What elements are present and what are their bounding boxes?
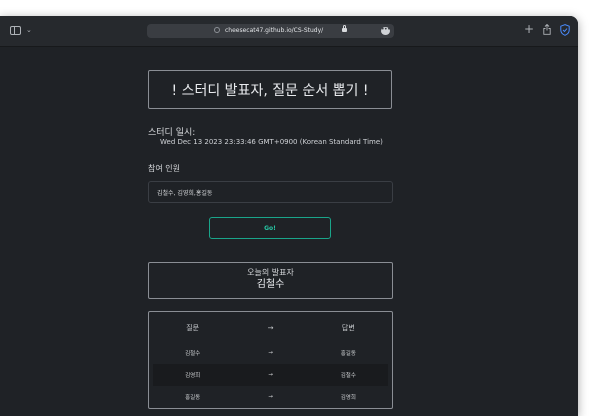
study-time-label: 스터디 일시: <box>148 128 196 138</box>
arrow-icon: → <box>268 350 273 356</box>
question-cell: 김철수 <box>185 351 201 357</box>
members-input[interactable] <box>148 181 393 203</box>
arrow-icon: → <box>267 324 274 332</box>
question-cell: 김영희 <box>185 373 201 379</box>
share-icon[interactable] <box>543 24 551 35</box>
page-content: ! 스터디 발표자, 질문 순서 뽑기 ! 스터디 일시: Wed Dec 13… <box>0 47 578 416</box>
lock-icon <box>342 25 347 32</box>
table-row: 김영희 → 김철수 <box>153 364 388 386</box>
page-title: ! 스터디 발표자, 질문 순서 뽑기 ! <box>148 70 392 109</box>
new-tab-button[interactable]: + <box>524 22 534 36</box>
header-answer: 답변 <box>341 324 355 332</box>
table-row: 김철수 → 홍길동 <box>153 342 388 364</box>
answer-cell: 홍길동 <box>340 351 356 357</box>
table-row: 홍길동 → 김영희 <box>153 386 388 408</box>
globe-icon <box>214 27 220 33</box>
chevron-down-icon[interactable]: ⌄ <box>26 25 32 35</box>
url-text[interactable]: cheesecat47.github.io/CS-Study/ <box>225 24 323 38</box>
browser-toolbar: ⌄ cheesecat47.github.io/CS-Study/ ••• + <box>0 16 578 47</box>
presenter-card: 오늘의 발표자 김철수 <box>148 262 393 299</box>
arrow-icon: → <box>268 372 273 378</box>
presenter-label: 오늘의 발표자 <box>247 268 294 277</box>
members-label: 참여 인원 <box>148 164 180 173</box>
go-button[interactable]: Go! <box>209 217 331 239</box>
answer-cell: 김철수 <box>340 373 356 379</box>
arrow-icon: → <box>268 394 273 400</box>
more-options-icon[interactable]: ••• <box>381 27 391 35</box>
address-bar[interactable]: cheesecat47.github.io/CS-Study/ ••• <box>147 24 394 38</box>
qa-order-table: 질문 → 답변 김철수 → 홍길동 김영희 → 김철수 홍길동 → 김영희 <box>148 311 393 409</box>
study-time-value: Wed Dec 13 2023 23:33:46 GMT+0900 (Korea… <box>160 138 383 146</box>
browser-window: ⌄ cheesecat47.github.io/CS-Study/ ••• + … <box>0 16 578 416</box>
sidebar-toggle-icon[interactable] <box>10 26 21 35</box>
presenter-name: 김철수 <box>256 279 285 290</box>
privacy-shield-icon[interactable] <box>560 24 570 36</box>
table-header-row: 질문 → 답변 <box>153 316 388 340</box>
header-question: 질문 <box>186 324 200 332</box>
